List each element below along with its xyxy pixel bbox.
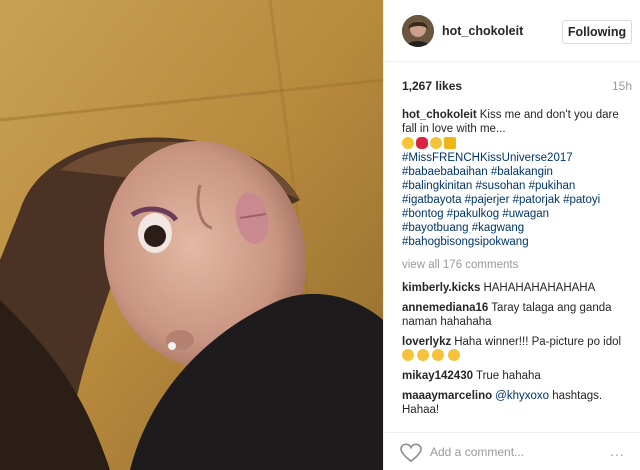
comment-input[interactable] (430, 442, 600, 462)
post-details-panel: hot_chokoleit Following 1,267 likes 15h … (383, 0, 640, 470)
avatar[interactable] (402, 15, 434, 47)
comment-username[interactable]: maaaymarcelino (402, 390, 492, 402)
selfie-image (0, 0, 383, 470)
kiss-mark-emoji (416, 137, 428, 149)
comment-text: HAHAHAHAHAHAHA (483, 282, 596, 294)
following-button[interactable]: Following (562, 20, 632, 44)
comment-mention[interactable]: @khyxoxo (495, 390, 549, 402)
add-comment-bar: ... (384, 432, 640, 470)
grinning-face-emoji (430, 137, 442, 149)
grinning-face-emoji (447, 349, 460, 361)
comment-text: True hahaha (475, 370, 541, 382)
more-options-icon[interactable]: ... (610, 443, 625, 459)
likes-count[interactable]: 1,267 likes (402, 79, 462, 93)
view-all-comments-link[interactable]: view all 176 comments (402, 258, 628, 272)
hashtag-line[interactable]: #babaebabaihan #balakangin (402, 165, 628, 179)
avatar-image (402, 15, 434, 47)
comment-username[interactable]: annemediana16 (402, 302, 488, 314)
caption-emoji-row (402, 137, 628, 151)
heart-icon[interactable] (400, 443, 422, 463)
comment-username[interactable]: loverlykz (402, 336, 451, 348)
post-username[interactable]: hot_chokoleit (442, 24, 523, 38)
comment-item: loverlykz Haha winner!!! Pa-picture po id… (402, 335, 628, 363)
hashtag-line[interactable]: #bayotbuang #kagwang (402, 221, 628, 235)
grinning-face-emoji (417, 349, 430, 361)
caption: hot_chokoleit Kiss me and don't you dare … (402, 108, 628, 249)
likes-row: 1,267 likes 15h (402, 79, 632, 95)
comments-list: hot_chokoleit Kiss me and don't you dare … (402, 108, 628, 423)
comment-item: mikay142430 True hahaha (402, 369, 628, 383)
comment-username[interactable]: kimberly.kicks (402, 282, 480, 294)
post-header: hot_chokoleit Following (384, 0, 640, 62)
comment-text: Haha winner!!! Pa-picture po idol (454, 336, 622, 348)
comment-username[interactable]: mikay142430 (402, 370, 473, 382)
post-timestamp[interactable]: 15h (612, 79, 632, 93)
face-throwing-kiss-emoji (402, 137, 414, 149)
crown-emoji (444, 137, 456, 149)
grinning-face-emoji (432, 349, 445, 361)
hashtags[interactable]: #MissFRENCHKissUniverse2017 #babaebabaih… (402, 151, 628, 249)
hashtag-line[interactable]: #igatbayota #pajerjer #patorjak #patoyi (402, 193, 628, 207)
comment-item: maaaymarcelino @khyxoxo hashtags. Hahaa! (402, 389, 628, 417)
grinning-face-emoji (402, 349, 414, 361)
hashtag-line[interactable]: #MissFRENCHKissUniverse2017 (402, 151, 628, 165)
comment-item: annemediana16 Taray talaga ang ganda nama… (402, 301, 628, 329)
caption-username[interactable]: hot_chokoleit (402, 109, 477, 121)
hashtag-line[interactable]: #bontog #pakulkog #uwagan (402, 207, 628, 221)
comment-item: kimberly.kicks HAHAHAHAHAHAHA (402, 281, 628, 295)
post-photo[interactable] (0, 0, 383, 470)
hashtag-line[interactable]: #balingkinitan #susohan #pukihan (402, 179, 628, 193)
hashtag-line[interactable]: #bahogbisongsipokwang (402, 235, 628, 249)
